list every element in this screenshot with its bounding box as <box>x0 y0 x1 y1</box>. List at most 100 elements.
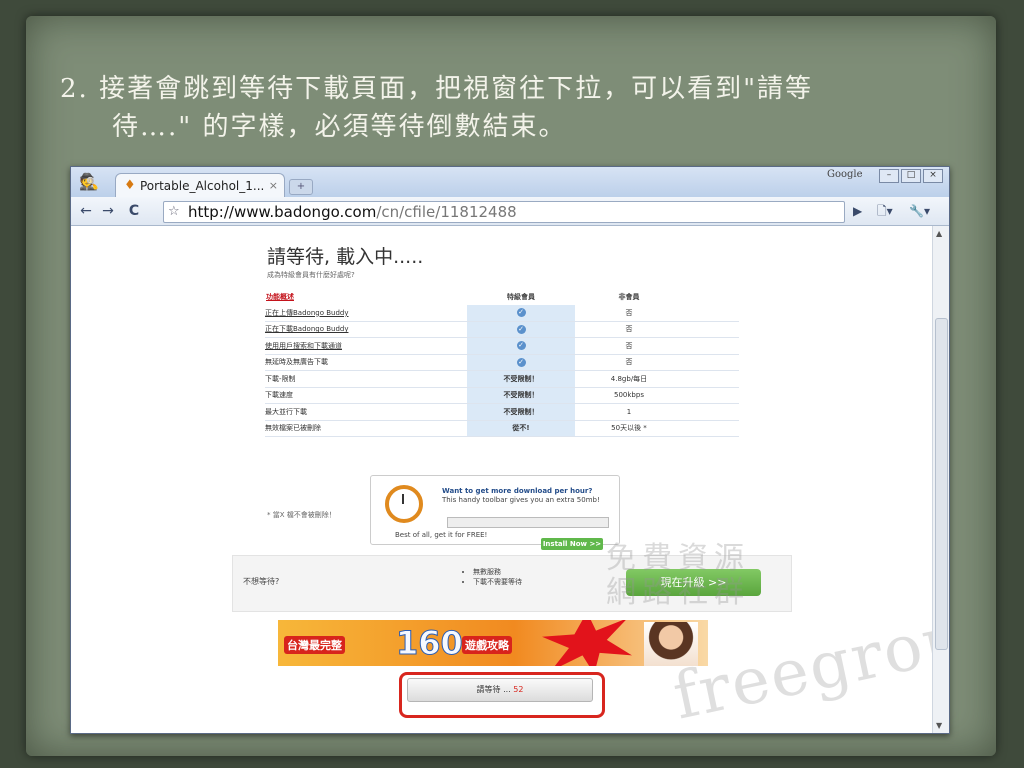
url-text: http://www.badongo.com/cn/cfile/11812488 <box>188 202 517 222</box>
reload-icon[interactable]: C <box>125 201 143 221</box>
tab-title: Portable_Alcohol_1... <box>140 179 265 193</box>
feature-cell[interactable]: 正在上傳Badongo Buddy <box>265 305 467 322</box>
browser-toolbar: ← → C ☆ http://www.badongo.com/cn/cfile/… <box>71 197 949 226</box>
banner-right-text: 遊戲攻略 <box>462 636 512 654</box>
vip-cell: ✓ <box>467 354 575 371</box>
promo-best-text: Best of all, get it for FREE! <box>395 531 488 539</box>
scroll-up-icon[interactable]: ▲ <box>936 229 942 238</box>
check-icon: ✓ <box>516 308 526 318</box>
slide-instructions: 2. 接著會跳到等待下載頁面，把視窗往下拉，可以看到"請等 待…." 的字樣，必… <box>60 70 960 146</box>
watermark-line-2: 網路社群 <box>606 575 750 610</box>
table-row: 無延時及無廣告下載 ✓ 否 <box>265 354 739 371</box>
guest-cell: 否 <box>575 305 683 322</box>
guest-cell: 否 <box>575 354 683 371</box>
upgrade-question: 不想等待? <box>243 577 280 586</box>
countdown-value: 52 <box>513 685 524 694</box>
clock-icon <box>385 485 423 523</box>
table-row: 下載-限制 不受限制！ 4.8gb/每日 <box>265 370 739 388</box>
page-heading: 請等待, 載入中..... <box>267 246 424 268</box>
starburst-graphic <box>542 620 632 666</box>
feature-cell: 無效檔案已被刪除 <box>265 420 467 437</box>
forward-arrow-icon[interactable]: → <box>99 201 117 221</box>
url-path: /cn/cfile/11812488 <box>376 203 517 221</box>
vip-cell: 不受限制！ <box>467 370 575 388</box>
feature-cell: 最大並行下載 <box>265 403 467 421</box>
promo-title: Want to get more download per hour? <box>442 487 593 495</box>
browser-titlebar: 🕵 ♦ Portable_Alcohol_1... × + Google – □… <box>71 167 949 198</box>
wrench-icon[interactable]: 🔧▾ <box>909 201 930 221</box>
feature-cell[interactable]: 正在下載Badongo Buddy <box>265 321 467 338</box>
banner-number: 160 <box>396 624 464 663</box>
watermark-latin: freegroup <box>667 591 950 734</box>
install-now-button[interactable]: Install Now >> <box>541 538 603 550</box>
table-row: 無效檔案已被刪除 從不! 50天以後 * <box>265 420 739 437</box>
new-tab-button[interactable]: + <box>289 179 313 195</box>
benefit-item: 無數服務 <box>473 567 522 577</box>
back-arrow-icon[interactable]: ← <box>77 201 95 221</box>
google-label: Google <box>827 169 863 180</box>
table-row: 下載速度 不受限制！ 500kbps <box>265 387 739 404</box>
browser-tab[interactable]: ♦ Portable_Alcohol_1... × <box>115 173 285 198</box>
watermark-cjk: 免費資源 網路社群 <box>606 542 750 610</box>
benefit-item: 下載不需要等待 <box>473 577 522 587</box>
close-window-icon[interactable]: × <box>923 169 943 183</box>
url-host: http://www.badongo.com <box>188 203 377 221</box>
table-header-row: 功能概述 特級會員 非會員 <box>265 288 739 305</box>
column-header-guest: 非會員 <box>618 292 640 301</box>
check-icon: ✓ <box>516 341 526 351</box>
feature-cell: 下載-限制 <box>265 370 467 388</box>
guest-cell: 50天以後 * <box>575 420 683 437</box>
window-controls: – □ × <box>879 169 943 183</box>
promo-description: This handy toolbar gives you an extra 50… <box>442 496 600 504</box>
vip-cell: 從不! <box>467 420 575 437</box>
table-row: 最大並行下載 不受限制！ 1 <box>265 403 739 421</box>
vip-cell: ✓ <box>467 321 575 338</box>
promo-toolbar-preview <box>447 517 609 528</box>
vip-cell: 不受限制！ <box>467 403 575 421</box>
feature-cell: 下載速度 <box>265 387 467 404</box>
upgrade-benefits-list: 無數服務 下載不需要等待 <box>463 567 522 587</box>
address-bar[interactable]: ☆ http://www.badongo.com/cn/cfile/118124… <box>163 201 845 223</box>
star-icon[interactable]: ☆ <box>168 202 180 222</box>
table-row: 正在下載Badongo Buddy ✓ 否 <box>265 321 739 338</box>
page-subheading: 成為特級會員有什麼好處呢? <box>267 271 355 279</box>
scrollbar-thumb[interactable] <box>935 318 948 650</box>
guest-cell: 1 <box>575 403 683 421</box>
maximize-icon[interactable]: □ <box>901 169 921 183</box>
guest-cell: 否 <box>575 321 683 338</box>
browser-window: 🕵 ♦ Portable_Alcohol_1... × + Google – □… <box>70 166 950 734</box>
slide-line-2: 待…." 的字樣，必須等待倒數結束。 <box>112 112 567 142</box>
vip-cell: ✓ <box>467 337 575 355</box>
watermark-line-1: 免費資源 <box>606 541 750 576</box>
close-tab-icon[interactable]: × <box>269 174 278 198</box>
table-row: 正在上傳Badongo Buddy ✓ 否 <box>265 305 739 322</box>
guest-cell: 否 <box>575 337 683 355</box>
table-row: 使用用戶搜索和下載通道 ✓ 否 <box>265 337 739 355</box>
vertical-scrollbar[interactable]: ▲ ▼ <box>932 226 949 733</box>
play-icon[interactable]: ▶ <box>853 201 862 221</box>
minimize-icon[interactable]: – <box>879 169 899 183</box>
feature-cell: 無延時及無廣告下載 <box>265 354 467 371</box>
web-page-content: 請等待, 載入中..... 成為特級會員有什麼好處呢? 功能概述 特級會員 非會… <box>71 226 949 733</box>
feature-cell[interactable]: 使用用戶搜索和下載通道 <box>265 337 467 355</box>
guest-cell: 500kbps <box>575 387 683 404</box>
check-icon: ✓ <box>516 324 526 334</box>
table-footnote: * 當X 檔不會被刪除！ <box>267 511 336 519</box>
scroll-down-icon[interactable]: ▼ <box>936 721 942 730</box>
vip-cell: 不受限制！ <box>467 387 575 404</box>
membership-comparison-table: 功能概述 特級會員 非會員 正在上傳Badongo Buddy ✓ 否 正在下載… <box>265 288 739 437</box>
game-ad-banner[interactable]: 台灣最完整 160 遊戲攻略 <box>278 620 708 666</box>
slide-line-1: 2. 接著會跳到等待下載頁面，把視窗往下拉，可以看到"請等 <box>60 74 814 104</box>
column-spacer <box>683 288 739 305</box>
favicon-icon: ♦ <box>124 178 136 193</box>
wait-label: 請等待 ... <box>476 685 511 694</box>
guest-cell: 4.8gb/每日 <box>575 370 683 388</box>
column-header-vip: 特級會員 <box>507 292 535 301</box>
column-header-feature: 功能概述 <box>266 292 294 301</box>
banner-left-text: 台灣最完整 <box>284 636 345 654</box>
page-menu-icon[interactable]: 🗋▾ <box>877 201 893 221</box>
incognito-icon: 🕵 <box>79 172 99 191</box>
wait-countdown-button[interactable]: 請等待 ... 52 <box>407 678 593 702</box>
check-icon: ✓ <box>516 357 526 367</box>
vip-cell: ✓ <box>467 305 575 322</box>
